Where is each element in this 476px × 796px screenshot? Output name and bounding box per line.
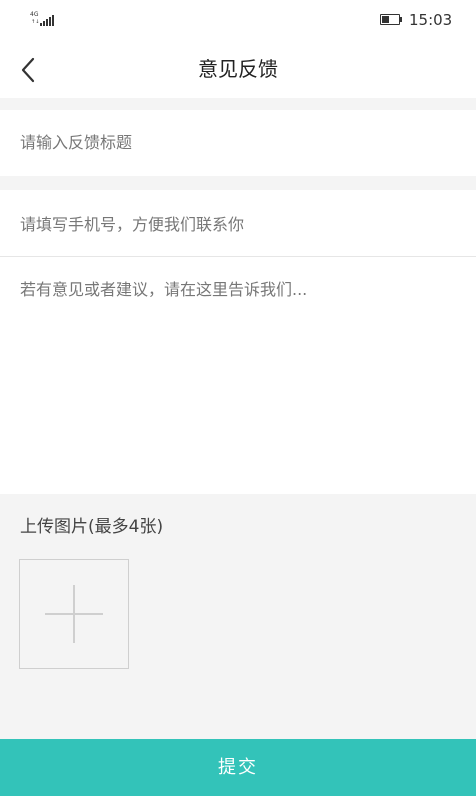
add-photo-button[interactable] (19, 559, 129, 669)
submit-button[interactable]: 提交 (0, 739, 476, 796)
status-bar: 4G ↑↓ 15:03 (0, 0, 476, 40)
battery-icon (380, 14, 402, 25)
network-type: 4G (30, 11, 39, 18)
section-gap (0, 176, 476, 190)
phone-input[interactable]: 请填写手机号，方便我们联系你 (0, 190, 476, 256)
status-time: 15:03 (409, 11, 453, 29)
content-placeholder: 若有意见或者建议，请在这里告诉我们... (20, 280, 308, 299)
section-gap (0, 98, 476, 110)
signal-icon: 4G ↑↓ (30, 12, 56, 28)
plus-icon (45, 585, 103, 643)
title-placeholder: 请输入反馈标题 (20, 133, 133, 152)
upload-label: 上传图片(最多4张) (20, 517, 164, 537)
title-input[interactable]: 请输入反馈标题 (0, 110, 476, 176)
upload-section: 上传图片(最多4张) (0, 494, 476, 739)
feedback-textarea[interactable]: 若有意见或者建议，请在这里告诉我们... (0, 257, 476, 494)
page-title: 意见反馈 (198, 57, 278, 81)
phone-placeholder: 请填写手机号，方便我们联系你 (20, 215, 245, 234)
nav-bar: 意见反馈 (0, 40, 476, 98)
